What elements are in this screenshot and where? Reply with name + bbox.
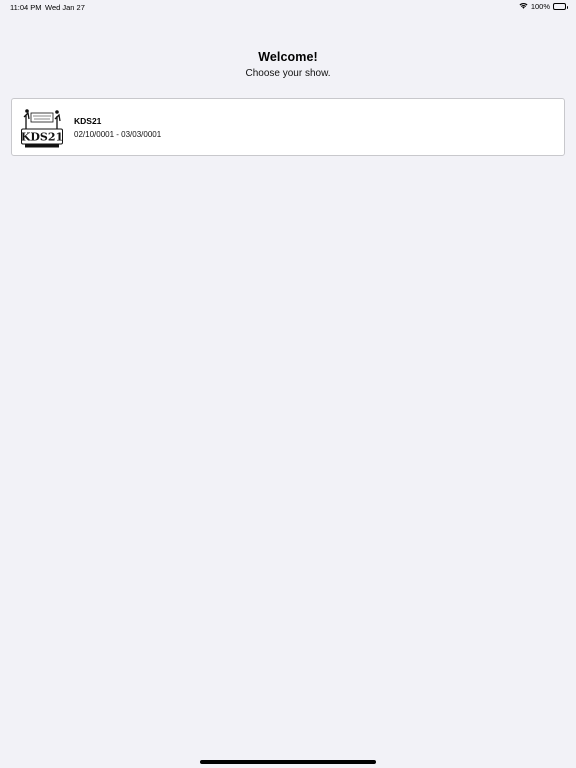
wifi-icon	[519, 2, 528, 11]
app-screen: 11:04 PM Wed Jan 27 100% Welcome! Choose…	[0, 0, 576, 768]
home-indicator[interactable]	[200, 760, 376, 764]
show-dates: 02/10/0001 - 03/03/0001	[74, 129, 162, 139]
page-subtitle: Choose your show.	[245, 68, 331, 79]
page-title: Welcome!	[258, 50, 318, 64]
show-list-item[interactable]: KDS21 KDS21 02/10/0001 - 03/03/0001	[11, 98, 565, 156]
show-info: KDS21 02/10/0001 - 03/03/0001	[74, 116, 161, 139]
welcome-header: Welcome! Choose your show.	[0, 50, 576, 79]
status-time: 11:04 PM	[10, 3, 42, 12]
status-right: 100%	[519, 2, 568, 11]
battery-icon	[553, 3, 568, 10]
show-logo: KDS21	[20, 105, 64, 149]
logo-text: KDS21	[21, 131, 63, 144]
battery-percent: 100%	[530, 2, 550, 11]
status-date: Wed Jan 27	[45, 3, 85, 12]
status-bar: 11:04 PM Wed Jan 27 100%	[0, 0, 576, 14]
show-name: KDS21	[74, 115, 102, 126]
